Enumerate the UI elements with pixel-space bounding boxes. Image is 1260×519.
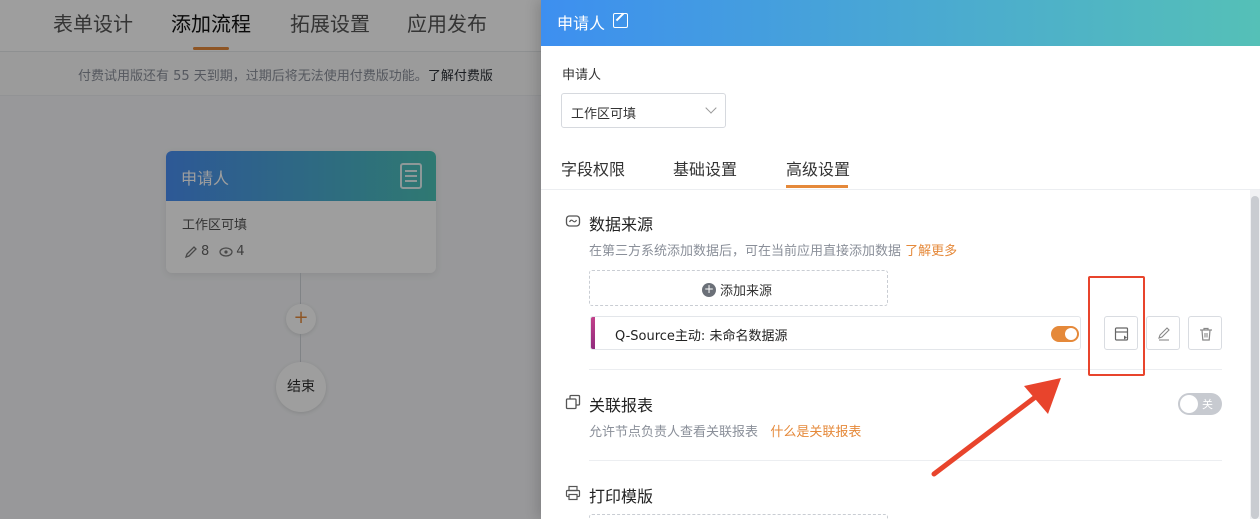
section-divider <box>589 460 1222 461</box>
data-source-row[interactable]: Q-Source主动: 未命名数据源 <box>590 316 1081 350</box>
drawer-title: 申请人 <box>557 14 606 33</box>
assignee-select[interactable]: 工作区可填 <box>561 93 726 128</box>
select-value: 工作区可填 <box>571 107 637 122</box>
drawer-header: 申请人 <box>541 0 1260 46</box>
print-template-title: 打印模版 <box>589 487 654 506</box>
linked-report-desc-text: 允许节点负责人查看关联报表 <box>589 425 759 440</box>
tab-field-permissions[interactable]: 字段权限 <box>561 156 625 180</box>
settings-tabs: 字段权限 基础设置 高级设置 <box>541 148 1260 190</box>
tab-advanced-settings[interactable]: 高级设置 <box>786 156 850 180</box>
annotation-arrow-icon <box>931 378 1061 477</box>
plus-circle-icon: + <box>702 281 716 297</box>
linked-report-desc: 允许节点负责人查看关联报表 什么是关联报表 <box>589 421 861 440</box>
linked-report-icon <box>565 394 581 410</box>
toggle-off-label: 关 <box>1202 398 1213 411</box>
source-name: Q-Source主动: 未命名数据源 <box>615 329 788 344</box>
source-delete-button[interactable] <box>1188 316 1222 350</box>
edit-icon[interactable] <box>613 13 628 28</box>
annotation-highlight-box <box>1088 276 1145 376</box>
add-source-button[interactable]: + 添加来源 <box>589 270 888 306</box>
chevron-down-icon <box>705 102 717 114</box>
learn-more-link[interactable]: 了解更多 <box>905 244 957 259</box>
data-source-title: 数据来源 <box>589 215 654 234</box>
source-enabled-toggle[interactable] <box>1051 326 1079 342</box>
linked-report-toggle[interactable]: 关 <box>1178 393 1222 415</box>
source-edit-button[interactable] <box>1146 316 1180 350</box>
what-is-linked-report-link[interactable]: 什么是关联报表 <box>770 425 861 440</box>
scrollbar-thumb[interactable] <box>1251 196 1259 519</box>
assignee-label: 申请人 <box>562 68 602 83</box>
node-settings-drawer: 申请人 申请人 工作区可填 字段权限 基础设置 高级设置 数据来源 在第三方系统… <box>541 0 1260 519</box>
trash-icon <box>1200 327 1212 341</box>
active-tab-underline <box>786 185 848 188</box>
data-source-desc: 在第三方系统添加数据后，可在当前应用直接添加数据 了解更多 <box>589 240 957 259</box>
add-source-label: 添加来源 <box>720 284 773 299</box>
source-color-bar <box>591 317 595 349</box>
toggle-knob <box>1180 395 1198 413</box>
printer-icon <box>565 485 581 501</box>
pencil-icon <box>1158 327 1170 341</box>
tab-basic-settings[interactable]: 基础设置 <box>673 156 737 180</box>
linked-report-title: 关联报表 <box>589 396 654 415</box>
modal-overlay[interactable] <box>0 0 541 519</box>
add-print-template-button[interactable] <box>589 514 888 519</box>
data-source-desc-text: 在第三方系统添加数据后，可在当前应用直接添加数据 <box>589 244 902 259</box>
add-source-content: + 添加来源 <box>702 280 772 299</box>
data-source-icon <box>565 215 581 227</box>
